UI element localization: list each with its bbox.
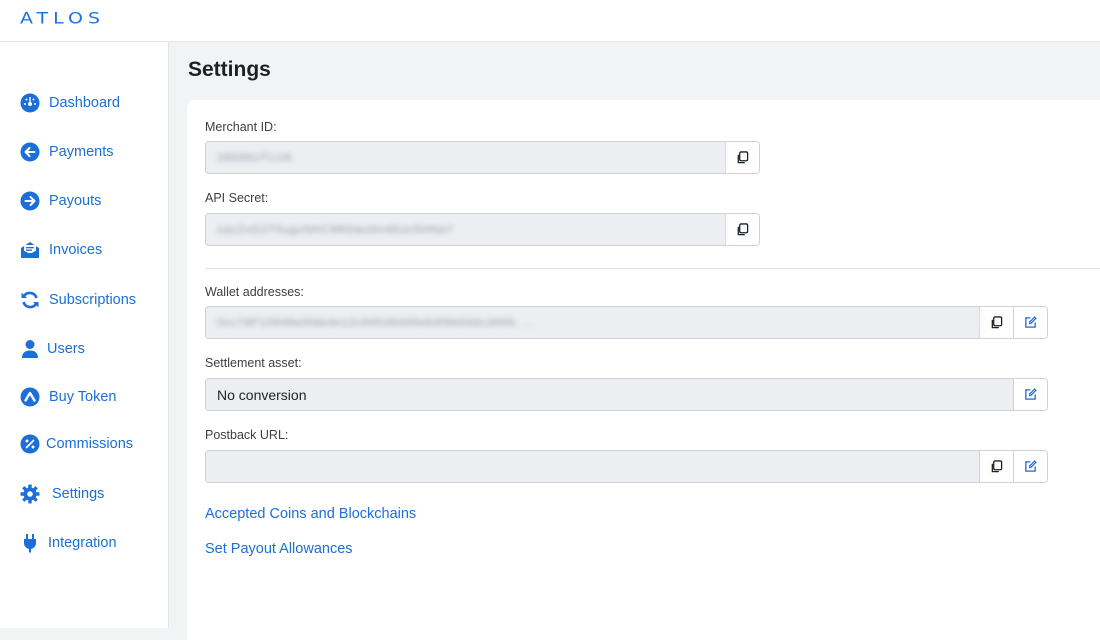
- sidebar-item-label: Buy Token: [49, 389, 117, 405]
- user-icon: [20, 339, 40, 359]
- sidebar-item-label: Users: [47, 341, 85, 357]
- copy-icon: [737, 223, 749, 236]
- edit-icon: [1025, 460, 1037, 472]
- refresh-icon: [20, 290, 40, 310]
- sidebar-item-subscriptions[interactable]: Subscriptions: [20, 287, 136, 313]
- settlement-asset-value[interactable]: No conversion: [206, 379, 1013, 410]
- wallet-addresses-field: 0xc79F10948e0fde4e12c945384d9eb4f9b93dc3…: [205, 306, 1048, 339]
- api-secret-value[interactable]: oacZvD2T9ugvNHC9RDws9n4Eon5HNe7: [206, 214, 725, 245]
- sidebar: Dashboard Payments Payouts Invoices Subs…: [0, 42, 169, 628]
- sidebar-item-buy-token[interactable]: Buy Token: [20, 384, 116, 410]
- merchant-id-field: 28696UTLU6: [205, 141, 760, 174]
- sidebar-item-label: Payouts: [49, 193, 102, 209]
- sidebar-item-label: Payments: [49, 144, 114, 160]
- wallet-addresses-value[interactable]: 0xc79F10948e0fde4e12c945384d9eb4f9b93dc3…: [206, 307, 979, 338]
- payout-allowances-link[interactable]: Set Payout Allowances: [205, 541, 353, 557]
- top-bar: ATLOS: [0, 0, 1100, 42]
- copy-merchant-id-button[interactable]: [725, 142, 759, 173]
- postback-url-field: [205, 450, 1048, 483]
- settings-card: Merchant ID: 28696UTLU6 API Secret: oacZ…: [187, 100, 1100, 640]
- atlos-token-icon: [20, 387, 40, 407]
- atlos-logo[interactable]: ATLOS: [20, 9, 105, 28]
- section-divider: [205, 268, 1100, 269]
- edit-icon: [1025, 316, 1037, 328]
- copy-icon: [991, 316, 1003, 329]
- copy-icon: [737, 151, 749, 164]
- sidebar-item-label: Commissions: [46, 436, 134, 452]
- arrow-left-circle-icon: [20, 142, 40, 162]
- sidebar-item-commissions[interactable]: Commissions: [20, 431, 133, 457]
- edit-wallet-addresses-button[interactable]: [1013, 307, 1047, 338]
- copy-api-secret-button[interactable]: [725, 214, 759, 245]
- postback-url-label: Postback URL:: [205, 428, 289, 442]
- sidebar-item-label: Integration: [48, 535, 117, 551]
- wallet-addresses-label: Wallet addresses:: [205, 285, 304, 299]
- copy-wallet-addresses-button[interactable]: [979, 307, 1013, 338]
- gear-icon: [20, 484, 40, 504]
- sidebar-item-label: Subscriptions: [49, 292, 137, 308]
- invoice-envelope-icon: [20, 240, 40, 260]
- api-secret-label: API Secret:: [205, 191, 269, 205]
- edit-icon: [1025, 388, 1037, 400]
- main-content: Settings Merchant ID: 28696UTLU6 API Sec…: [170, 42, 1100, 640]
- sidebar-item-users[interactable]: Users: [20, 336, 85, 362]
- dashboard-icon: [20, 93, 40, 113]
- sidebar-item-payouts[interactable]: Payouts: [20, 188, 101, 214]
- copy-icon: [991, 460, 1003, 473]
- sidebar-item-integration[interactable]: Integration: [20, 530, 117, 556]
- page-title: Settings: [188, 58, 271, 81]
- copy-postback-url-button[interactable]: [979, 451, 1013, 482]
- api-secret-field: oacZvD2T9ugvNHC9RDws9n4Eon5HNe7: [205, 213, 760, 246]
- settlement-asset-field: No conversion: [205, 378, 1048, 411]
- plug-icon: [20, 533, 40, 553]
- edit-postback-url-button[interactable]: [1013, 451, 1047, 482]
- sidebar-item-label: Settings: [52, 486, 105, 502]
- accepted-coins-link[interactable]: Accepted Coins and Blockchains: [205, 506, 416, 522]
- sidebar-item-label: Invoices: [49, 242, 103, 258]
- edit-settlement-asset-button[interactable]: [1013, 379, 1047, 410]
- merchant-id-label: Merchant ID:: [205, 120, 277, 134]
- merchant-id-value[interactable]: 28696UTLU6: [206, 142, 725, 173]
- postback-url-value[interactable]: [206, 451, 979, 482]
- sidebar-item-label: Dashboard: [49, 95, 120, 111]
- settlement-asset-label: Settlement asset:: [205, 356, 302, 370]
- sidebar-item-payments[interactable]: Payments: [20, 139, 113, 165]
- sidebar-item-settings[interactable]: Settings: [20, 481, 104, 507]
- sidebar-item-dashboard[interactable]: Dashboard: [20, 90, 120, 116]
- arrow-right-circle-icon: [20, 191, 40, 211]
- percent-icon: [20, 434, 40, 454]
- sidebar-item-invoices[interactable]: Invoices: [20, 237, 102, 263]
